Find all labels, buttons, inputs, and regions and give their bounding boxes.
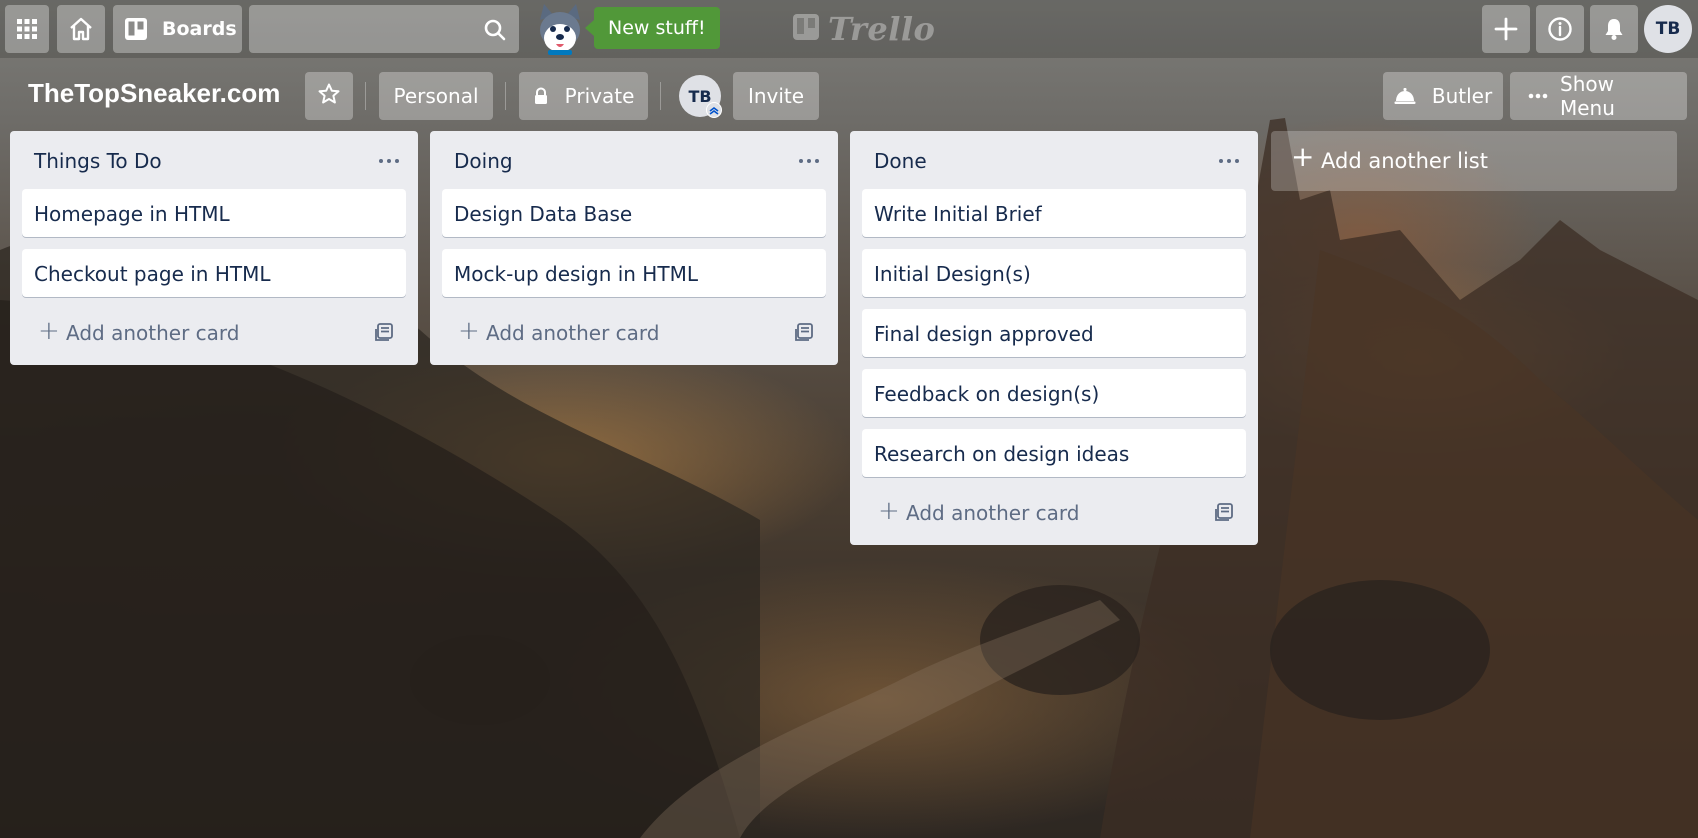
star-icon [317, 82, 341, 111]
bell-icon [1602, 17, 1626, 41]
card[interactable]: Checkout page in HTML [22, 249, 406, 297]
boards-icon [124, 17, 148, 41]
card[interactable]: Final design approved [862, 309, 1246, 357]
admin-badge-icon [706, 102, 722, 118]
more-icon [1528, 93, 1548, 99]
add-card-label: Add another card [906, 501, 1080, 525]
card-template-icon[interactable] [1214, 501, 1236, 528]
team-label: Personal [393, 84, 479, 108]
apps-button[interactable] [5, 5, 49, 53]
divider [365, 82, 366, 110]
butler-label: Butler [1431, 84, 1493, 108]
user-initials: TB [1655, 19, 1681, 39]
notifications-button[interactable] [1590, 5, 1638, 53]
list-menu-icon[interactable] [1218, 149, 1240, 168]
add-card-label: Add another card [66, 321, 240, 345]
divider [505, 82, 506, 110]
home-icon [68, 16, 94, 42]
card[interactable]: Research on design ideas [862, 429, 1246, 477]
list-menu-icon[interactable] [798, 149, 820, 168]
info-icon [1547, 16, 1573, 42]
card[interactable]: Mock-up design in HTML [442, 249, 826, 297]
home-button[interactable] [57, 5, 105, 53]
add-card-label: Add another card [486, 321, 660, 345]
user-avatar[interactable]: TB [1644, 5, 1692, 53]
list-header[interactable]: Done [850, 131, 1258, 189]
butler-button[interactable]: Butler [1383, 72, 1503, 120]
lock-icon [533, 87, 549, 105]
trello-logo-text: Trello [828, 10, 936, 48]
list-doing: Doing Design Data Base Mock-up design in… [430, 131, 838, 365]
apps-grid-icon [16, 18, 38, 40]
card[interactable]: Initial Design(s) [862, 249, 1246, 297]
mascot-icon[interactable] [530, 2, 590, 58]
card[interactable]: Feedback on design(s) [862, 369, 1246, 417]
star-button[interactable] [305, 72, 353, 120]
info-button[interactable] [1536, 5, 1584, 53]
plus-icon: + [458, 316, 480, 346]
list-done: Done Write Initial Brief Initial Design(… [850, 131, 1258, 545]
trello-logo-icon [792, 13, 820, 45]
invite-label: Invite [747, 84, 805, 108]
plus-icon: + [878, 496, 900, 526]
list-things-to-do: Things To Do Homepage in HTML Checkout p… [10, 131, 418, 365]
show-menu-label: Show Menu [1560, 72, 1615, 120]
board-title[interactable]: TheTopSneaker.com [28, 78, 280, 109]
show-menu-button[interactable]: Show Menu [1510, 72, 1687, 120]
search-input[interactable] [249, 5, 519, 53]
plus-icon [1494, 17, 1518, 41]
add-card-button[interactable]: + Add another card [22, 309, 406, 357]
card[interactable]: Design Data Base [442, 189, 826, 237]
plus-icon: + [38, 316, 60, 346]
search-icon[interactable] [483, 18, 507, 46]
new-stuff-button[interactable]: New stuff! [585, 7, 720, 49]
visibility-label: Private [564, 84, 635, 108]
board-background [0, 0, 1698, 838]
create-button[interactable] [1482, 5, 1530, 53]
visibility-button[interactable]: Private [519, 72, 648, 120]
divider [660, 82, 661, 110]
add-list-label: Add another list [1321, 149, 1488, 173]
invite-button[interactable]: Invite [733, 72, 819, 120]
list-header[interactable]: Things To Do [10, 131, 418, 189]
member-initials: TB [688, 86, 712, 106]
butler-icon [1394, 87, 1416, 105]
card[interactable]: Write Initial Brief [862, 189, 1246, 237]
list-menu-icon[interactable] [378, 149, 400, 168]
add-card-button[interactable]: + Add another card [442, 309, 826, 357]
list-title[interactable]: Done [874, 149, 927, 173]
boards-button[interactable]: Boards [113, 5, 242, 53]
boards-label: Boards [162, 18, 237, 40]
card-template-icon[interactable] [374, 321, 396, 348]
team-button[interactable]: Personal [379, 72, 493, 120]
add-card-button[interactable]: + Add another card [862, 489, 1246, 537]
list-header[interactable]: Doing [430, 131, 838, 189]
add-list-button[interactable]: + Add another list [1271, 131, 1677, 191]
card[interactable]: Homepage in HTML [22, 189, 406, 237]
trello-logo[interactable]: Trello [792, 10, 935, 48]
card-template-icon[interactable] [794, 321, 816, 348]
list-title[interactable]: Things To Do [34, 149, 162, 173]
list-title[interactable]: Doing [454, 149, 513, 173]
new-stuff-label: New stuff! [608, 17, 706, 39]
plus-icon: + [1291, 140, 1315, 173]
